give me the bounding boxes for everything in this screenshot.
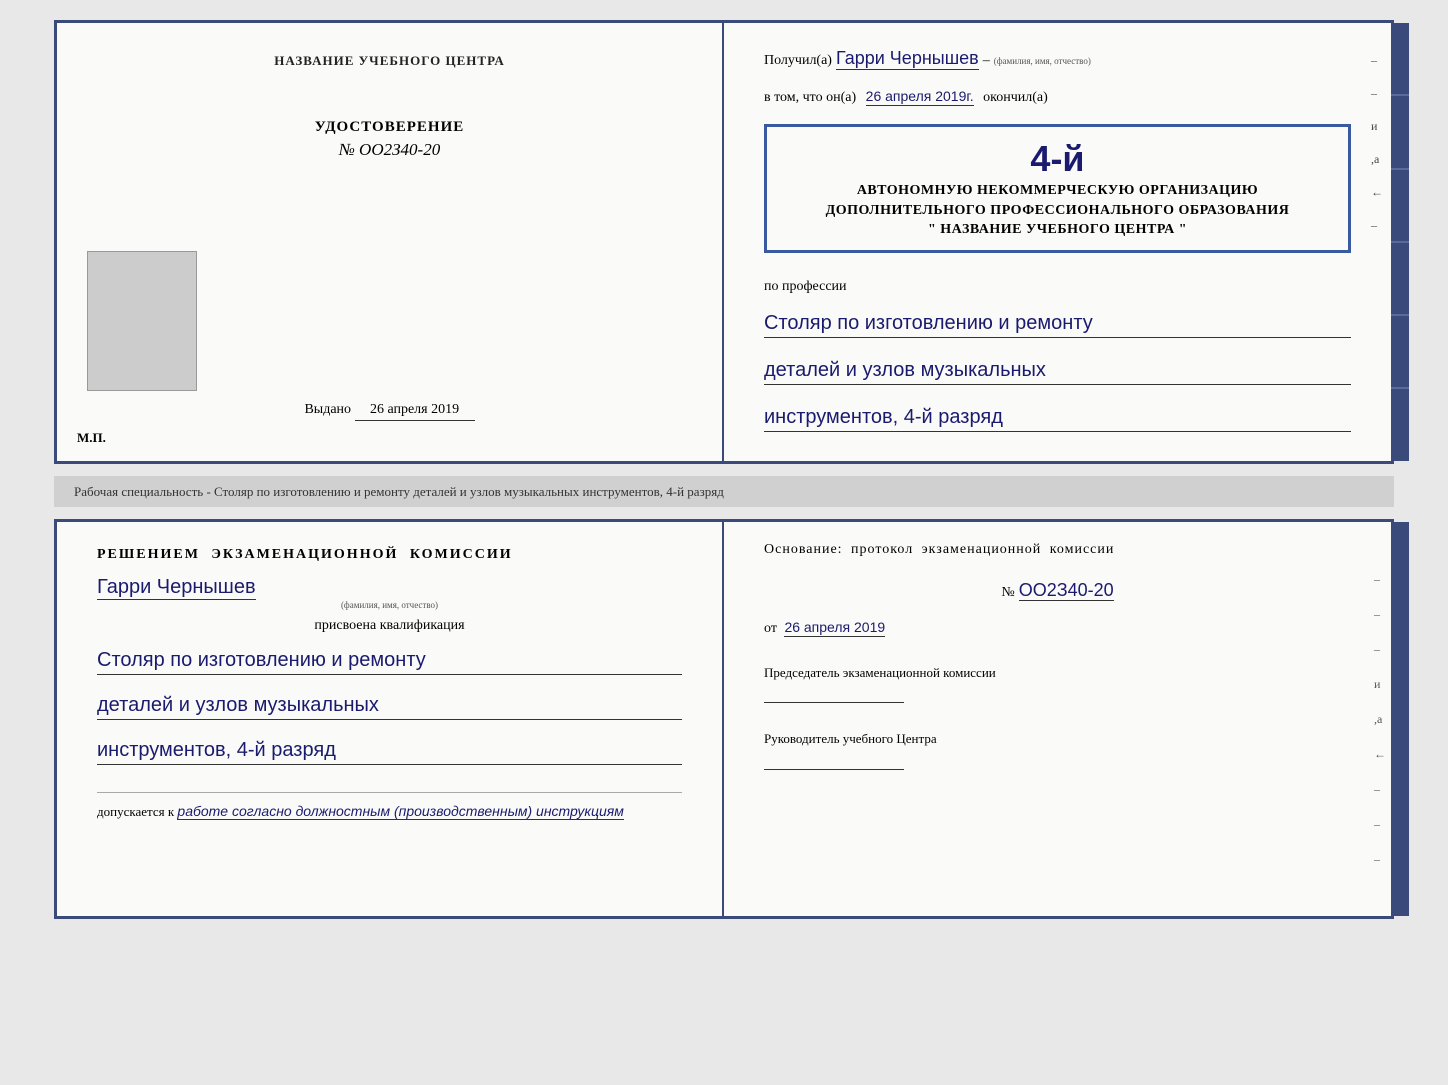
bottom-document: Решением экзаменационной комиссии Гарри … [54, 519, 1394, 919]
stamp-line1: АВТОНОМНУЮ НЕКОММЕРЧЕСКУЮ ОРГАНИЗАЦИЮ [782, 181, 1333, 201]
vidano-block: Выдано 26 апреля 2019 [304, 402, 474, 431]
udostoverenie-block: УДОСТОВЕРЕНИЕ № OO2З40-20 [315, 119, 465, 160]
mp-label: М.П. [77, 430, 106, 446]
ot-label: от [764, 621, 777, 636]
po-professii-label: по профессии [764, 279, 1351, 295]
ot-date: 26 апреля 2019 [784, 619, 885, 637]
predsedatel-block: Председатель экзаменационной комиссии [764, 664, 1351, 703]
stamp-number: 4-й [782, 141, 1333, 177]
vidano-date: 26 апреля 2019 [355, 402, 475, 421]
bottom-doc-right: Основание: протокол экзаменационной коми… [724, 522, 1391, 916]
bottom-qualification-3: инструментов, 4-й разряд [97, 736, 682, 765]
osnovanie-text: Основание: протокол экзаменационной коми… [764, 542, 1351, 558]
bottom-qualification-1: Столяр по изготовлению и ремонту [97, 646, 682, 675]
stamp-block: 4-й АВТОНОМНУЮ НЕКОММЕРЧЕСКУЮ ОРГАНИЗАЦИ… [764, 124, 1351, 253]
vtom-label: в том, что он(а) [764, 90, 856, 105]
top-left-title: НАЗВАНИЕ УЧЕБНОГО ЦЕНТРА [274, 53, 505, 69]
predsedatel-signature-line [764, 702, 904, 703]
prisvoena-text: присвоена квалификация [97, 618, 682, 634]
bottom-number: OO2З40-20 [1019, 580, 1114, 601]
doc-spine-top [1391, 23, 1409, 461]
side-marks-bottom: – – – и ,а ← – – – [1374, 572, 1386, 867]
dash1: – [983, 53, 990, 69]
bottom-fio-sublabel: (фамилия, имя, отчество) [97, 600, 682, 610]
dopuskaetsya-label: допускается к [97, 804, 174, 819]
number-label: № [1001, 585, 1014, 600]
dopuskaetsya-value: работе согласно должностным (производств… [177, 803, 623, 820]
predsedatel-title: Председатель экзаменационной комиссии [764, 664, 1351, 682]
udostoverenie-number: № OO2З40-20 [315, 140, 465, 160]
rukovoditel-signature-line [764, 769, 904, 770]
top-document: НАЗВАНИЕ УЧЕБНОГО ЦЕНТРА УДОСТОВЕРЕНИЕ №… [54, 20, 1394, 464]
bottom-name-block: Гарри Чернышев (фамилия, имя, отчество) [97, 571, 682, 610]
poluchil-label: Получил(а) [764, 53, 832, 69]
fio-sublabel: (фамилия, имя, отчество) [994, 56, 1091, 66]
side-marks-top: – – и ,а ← – [1371, 53, 1383, 233]
stamp-line3: " НАЗВАНИЕ УЧЕБНОГО ЦЕНТРА " [782, 220, 1333, 240]
bottom-qualification-2: деталей и узлов музыкальных [97, 691, 682, 720]
stamp-line2: ДОПОЛНИТЕЛЬНОГО ПРОФЕССИОНАЛЬНОГО ОБРАЗО… [782, 201, 1333, 221]
top-doc-left: НАЗВАНИЕ УЧЕБНОГО ЦЕНТРА УДОСТОВЕРЕНИЕ №… [57, 23, 724, 461]
photo-placeholder [87, 251, 197, 391]
vtom-line: в том, что он(а) 26 апреля 2019г. окончи… [764, 88, 1351, 106]
rukovoditel-block: Руководитель учебного Центра [764, 730, 1351, 769]
profession-line3: инструментов, 4-й разряд [764, 403, 1351, 432]
bottom-number-block: № OO2З40-20 [764, 580, 1351, 601]
resheniem-text: Решением экзаменационной комиссии [97, 547, 682, 563]
top-doc-right: Получил(а) Гарри Чернышев – (фамилия, им… [724, 23, 1391, 461]
bottom-name-handwritten: Гарри Чернышев [97, 576, 256, 600]
rukovoditel-title: Руководитель учебного Центра [764, 730, 1351, 748]
poluchil-line: Получил(а) Гарри Чернышев – (фамилия, им… [764, 48, 1351, 70]
separator: Рабочая специальность - Столяр по изгото… [54, 476, 1394, 508]
okonchil-label: окончил(а) [983, 90, 1048, 105]
ot-line: от 26 апреля 2019 [764, 619, 1351, 637]
vidano-label: Выдано [304, 402, 351, 417]
bottom-doc-left: Решением экзаменационной комиссии Гарри … [57, 522, 724, 916]
profession-line2: деталей и узлов музыкальных [764, 356, 1351, 385]
dopuskaetsya-block: допускается к работе согласно должностны… [97, 792, 682, 820]
recipient-name: Гарри Чернышев [836, 48, 979, 70]
udostoverenie-title: УДОСТОВЕРЕНИЕ [315, 119, 465, 136]
profession-line1: Столяр по изготовлению и ремонту [764, 309, 1351, 338]
vtom-date: 26 апреля 2019г. [866, 88, 974, 106]
doc-spine-bottom [1391, 522, 1409, 916]
